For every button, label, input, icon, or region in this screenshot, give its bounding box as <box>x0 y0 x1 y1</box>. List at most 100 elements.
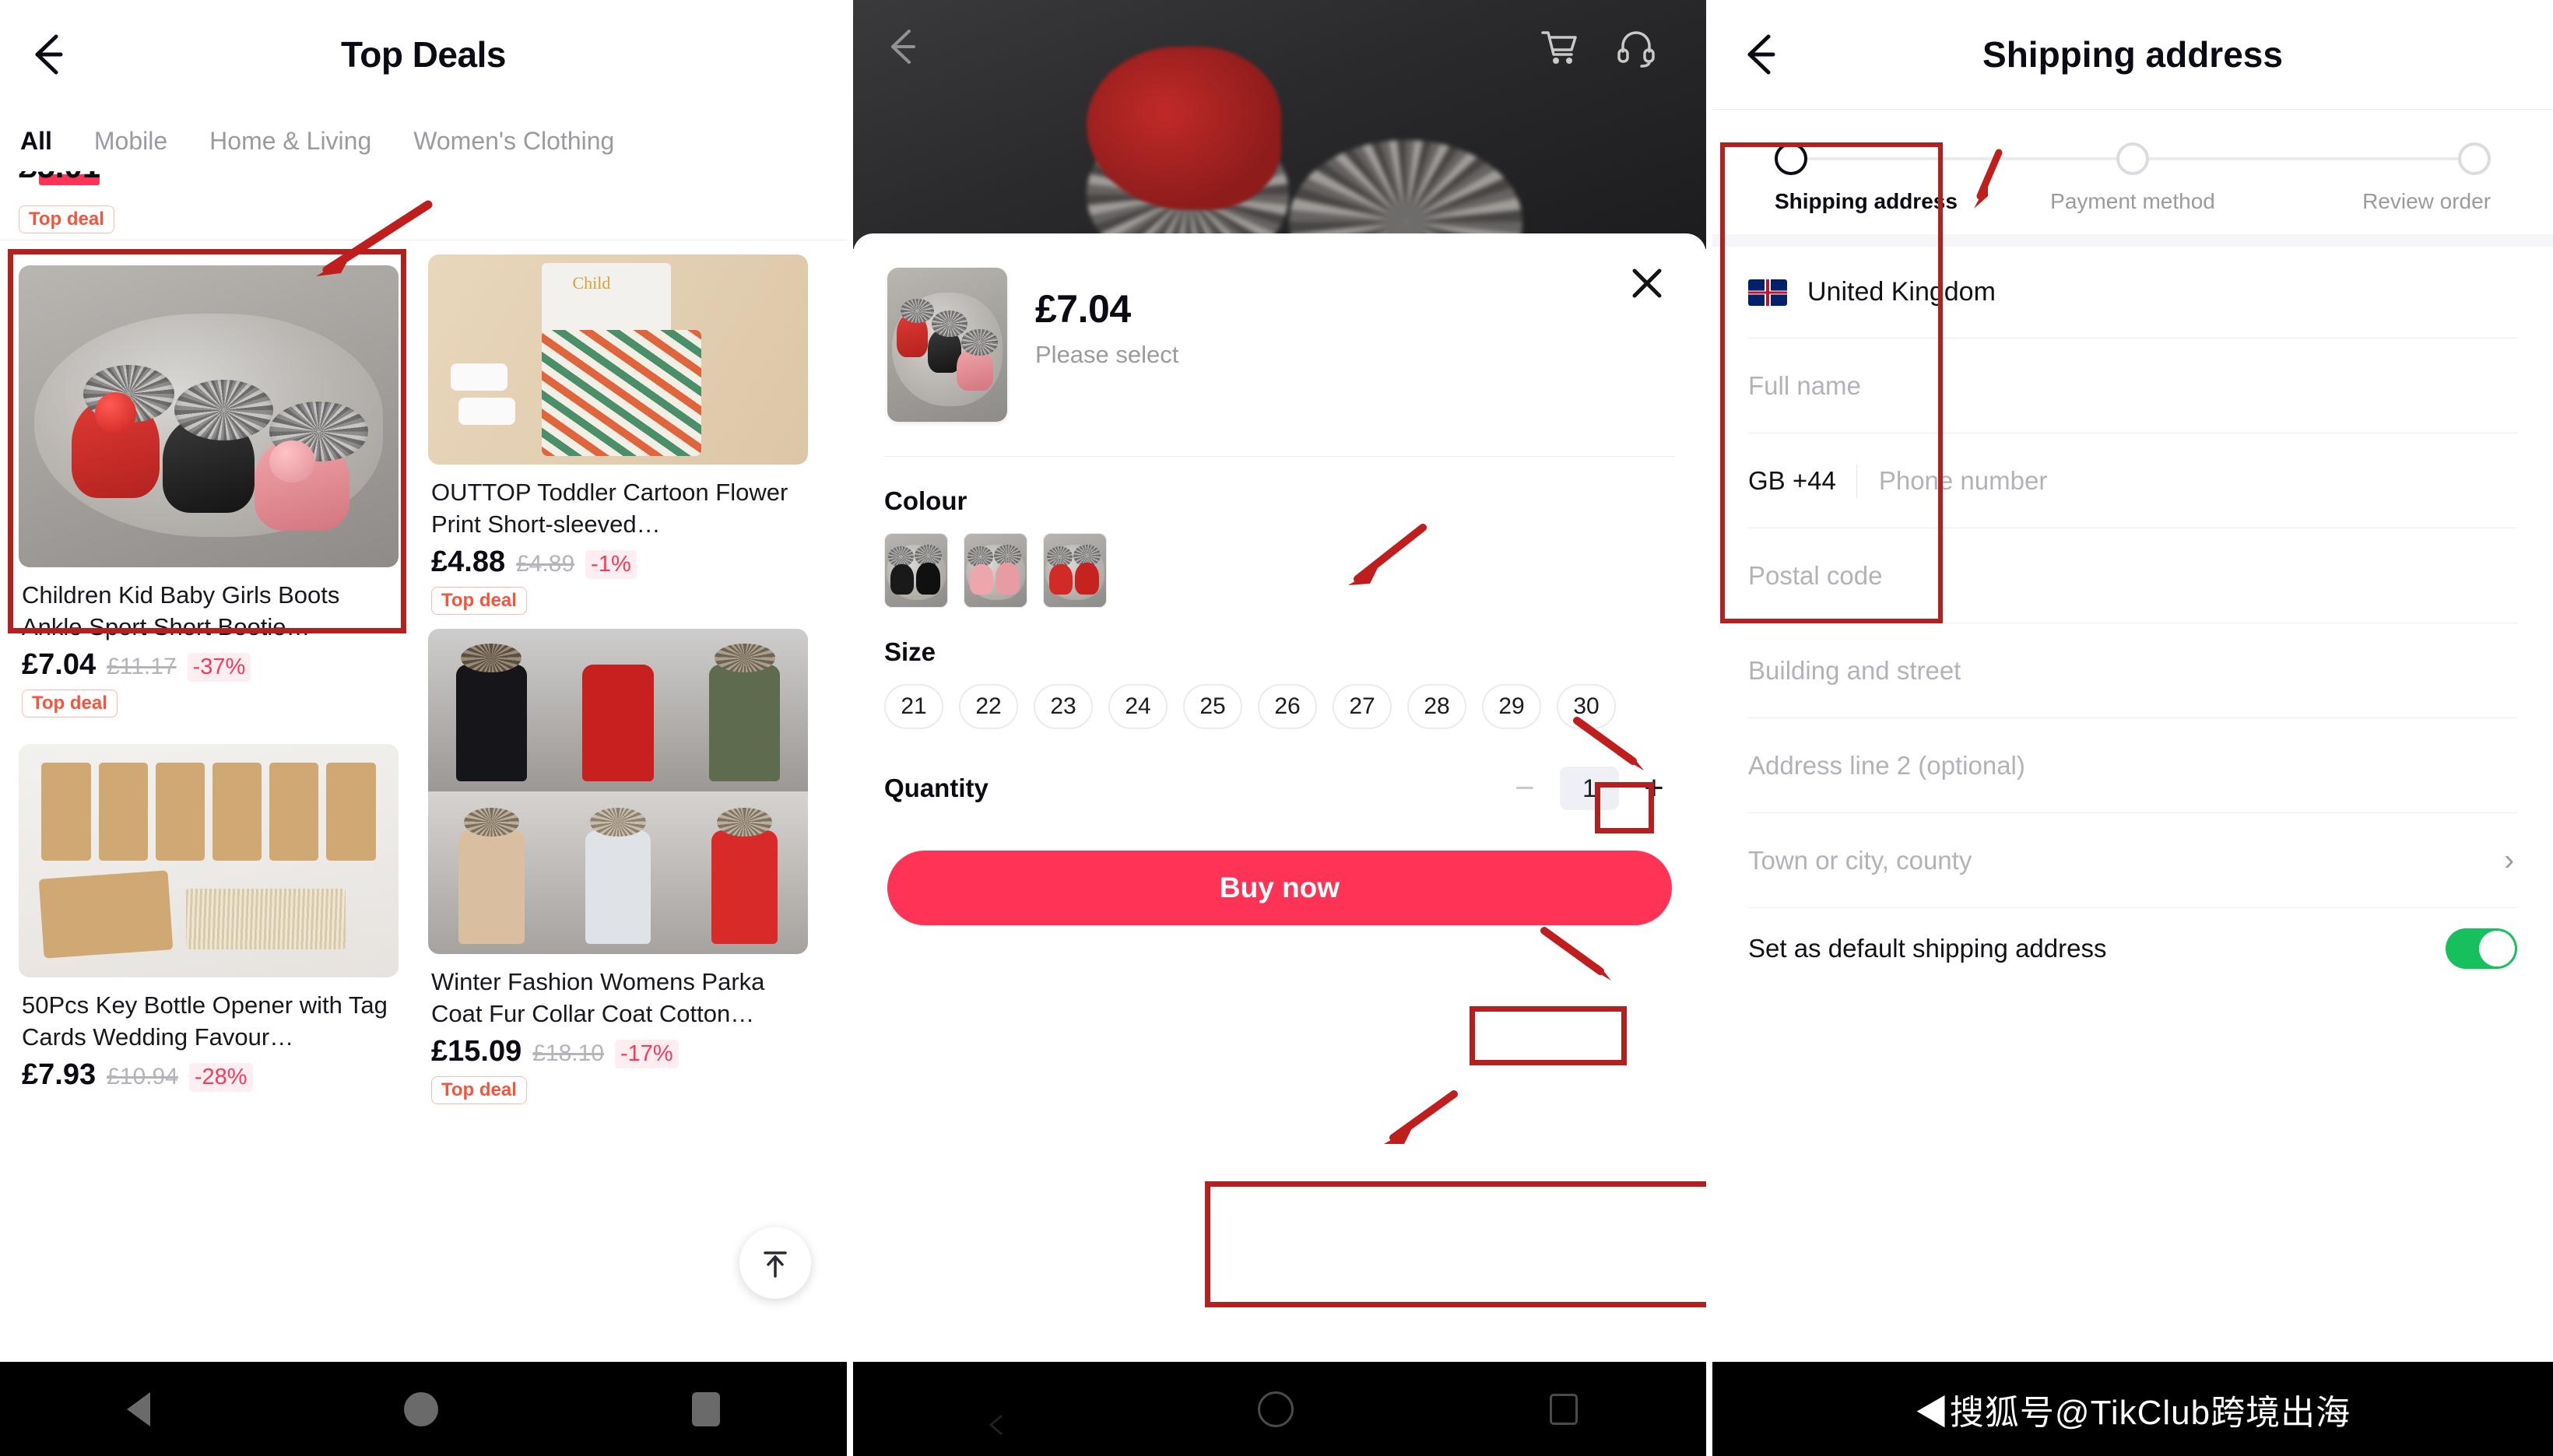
size-option-24[interactable]: 24 <box>1108 684 1168 729</box>
building-street-field[interactable]: Building and street <box>1748 623 2517 718</box>
uk-flag-icon <box>1748 279 1787 306</box>
phone-number-field[interactable]: GB +44 Phone number <box>1748 433 2517 528</box>
selected-variant-thumbnail[interactable] <box>887 268 1007 422</box>
divider <box>884 456 1675 457</box>
variant-selection-sheet: £7.04 Please select Colour Size 21 22 23… <box>853 233 1706 1362</box>
product-title: OUTTOP Toddler Cartoon Flower Print Shor… <box>431 479 788 538</box>
product-discount: -37% <box>187 652 251 682</box>
full-name-field[interactable]: Full name <box>1748 339 2517 433</box>
status-badge: Top deal <box>22 689 118 717</box>
product-discount: -28% <box>188 1062 253 1092</box>
product-discount: -1% <box>585 549 637 579</box>
product-title: Children Kid Baby Girls Boots Ankle Spor… <box>22 581 340 640</box>
section-separator <box>1712 234 2553 247</box>
quantity-increase-button[interactable]: + <box>1636 771 1672 805</box>
colour-swatch-red[interactable] <box>1043 533 1107 608</box>
product-card-key-openers[interactable]: 50Pcs Key Bottle Opener with Tag Cards W… <box>9 743 408 1092</box>
nav-recents-icon[interactable] <box>692 1391 720 1426</box>
product-image-key-openers[interactable] <box>19 743 399 977</box>
product-price: £15.09 <box>431 1034 522 1068</box>
partial-product-card[interactable]: £5.01 Top deal <box>0 168 847 233</box>
category-tabs: All Mobile Home & Living Women's Clothin… <box>0 109 847 168</box>
colour-swatch-black[interactable] <box>884 533 948 608</box>
default-address-label: Set as default shipping address <box>1748 934 2107 963</box>
close-icon[interactable] <box>1625 261 1669 305</box>
quantity-value[interactable]: 1 <box>1560 767 1619 810</box>
size-option-21[interactable]: 21 <box>884 684 943 729</box>
size-option-23[interactable]: 23 <box>1034 684 1093 729</box>
tab-home-living[interactable]: Home & Living <box>209 127 371 157</box>
product-grid-column-left: Children Kid Baby Girls Boots Ankle Spor… <box>9 254 408 1118</box>
scroll-to-top-icon[interactable] <box>739 1227 811 1299</box>
address2-placeholder: Address line 2 (optional) <box>1748 750 2025 780</box>
size-option-25[interactable]: 25 <box>1183 684 1242 729</box>
tab-mobile[interactable]: Mobile <box>94 127 167 157</box>
android-navbar <box>0 1362 847 1456</box>
step-node-payment[interactable] <box>2116 142 2149 175</box>
product-image-boots[interactable] <box>19 265 399 567</box>
nav-home-icon[interactable] <box>404 1391 438 1426</box>
sheet-price-block: £7.04 Please select <box>1035 268 1178 422</box>
tab-all[interactable]: All <box>20 127 52 157</box>
size-option-27[interactable]: 27 <box>1333 684 1392 729</box>
product-card-toddler-outfit[interactable]: Child OUTTOP Toddler Cartoon Flower Prin… <box>419 254 817 615</box>
page-title: Top Deals <box>341 34 506 75</box>
shopping-cart-icon[interactable] <box>1536 25 1580 68</box>
middle-panel-product-sheet: £7.04 Please select Colour Size 21 22 23… <box>853 0 1706 1456</box>
product-price: £7.93 <box>22 1058 97 1091</box>
size-option-28[interactable]: 28 <box>1407 684 1466 729</box>
panel-gap-2 <box>1706 0 1712 1456</box>
town-city-county-field[interactable]: Town or city, county › <box>1748 813 2517 908</box>
step-node-review[interactable] <box>2458 142 2491 175</box>
customer-support-headset-icon[interactable] <box>1614 25 1658 68</box>
partial-price: £5.01 <box>19 171 100 185</box>
size-option-22[interactable]: 22 <box>959 684 1018 729</box>
product-image-parka[interactable] <box>428 628 808 954</box>
country-name: United Kingdom <box>1807 277 1996 307</box>
town-placeholder: Town or city, county <box>1748 845 1972 875</box>
quantity-decrease-button[interactable]: − <box>1507 771 1543 805</box>
country-selector-row[interactable]: United Kingdom <box>1748 247 2517 339</box>
product-card-parka[interactable]: Winter Fashion Womens Parka Coat Fur Col… <box>419 628 817 1104</box>
sheet-select-hint: Please select <box>1035 341 1179 368</box>
product-image-toddler-outfit[interactable]: Child <box>428 254 808 465</box>
checkout-stepper: Shipping address Payment method Review o… <box>1712 110 2553 234</box>
product-title: 50Pcs Key Bottle Opener with Tag Cards W… <box>22 991 388 1051</box>
colour-swatch-pink[interactable] <box>964 533 1027 608</box>
product-price: £7.04 <box>22 647 97 681</box>
default-address-toggle[interactable] <box>2446 928 2517 969</box>
product-hero-image <box>853 0 1706 249</box>
nav-back-icon[interactable] <box>982 1394 1003 1435</box>
address-line-2-field[interactable]: Address line 2 (optional) <box>1748 718 2517 813</box>
colour-label: Colour <box>884 486 967 515</box>
size-option-29[interactable]: 29 <box>1482 684 1541 729</box>
tab-womens-clothing[interactable]: Women's Clothing <box>413 127 614 157</box>
nav-back-icon[interactable] <box>127 1391 150 1426</box>
product-original-price: £10.94 <box>107 1063 178 1089</box>
partial-price-row: £5.01 <box>19 171 828 195</box>
size-section: Size 21 22 23 24 25 26 27 28 29 30 <box>853 637 1706 729</box>
price-row: £7.93 £10.94 -28% <box>22 1058 395 1092</box>
step-label-payment: Payment method <box>2050 189 2215 213</box>
product-discount: -17% <box>615 1039 679 1068</box>
product-feed-scroll[interactable]: £5.01 Top deal <box>0 168 847 1389</box>
price-row: £4.88 £4.89 -1% <box>431 546 805 579</box>
buy-now-button[interactable]: Buy now <box>887 851 1672 925</box>
nav-recents-icon[interactable] <box>1550 1393 1579 1425</box>
step-label-shipping: Shipping address <box>1775 189 1958 213</box>
sheet-header: £7.04 Please select <box>853 233 1706 422</box>
back-arrow-icon[interactable] <box>880 23 926 70</box>
step-node-shipping[interactable] <box>1775 142 1807 175</box>
status-badge: Top deal <box>19 205 114 233</box>
size-options: 21 22 23 24 25 26 27 28 29 30 <box>884 684 1663 729</box>
postal-code-field[interactable]: Postal code <box>1748 528 2517 623</box>
colour-section: Colour <box>853 486 1706 608</box>
size-option-26[interactable]: 26 <box>1258 684 1317 729</box>
nav-home-icon[interactable] <box>1257 1391 1294 1427</box>
product-title: Winter Fashion Womens Parka Coat Fur Col… <box>431 967 765 1027</box>
size-option-30[interactable]: 30 <box>1557 684 1616 729</box>
chevron-right-icon: › <box>2504 844 2514 876</box>
status-badge: Top deal <box>431 1075 527 1104</box>
product-card-boots[interactable]: Children Kid Baby Girls Boots Ankle Spor… <box>9 254 408 730</box>
product-original-price: £18.10 <box>532 1040 604 1066</box>
